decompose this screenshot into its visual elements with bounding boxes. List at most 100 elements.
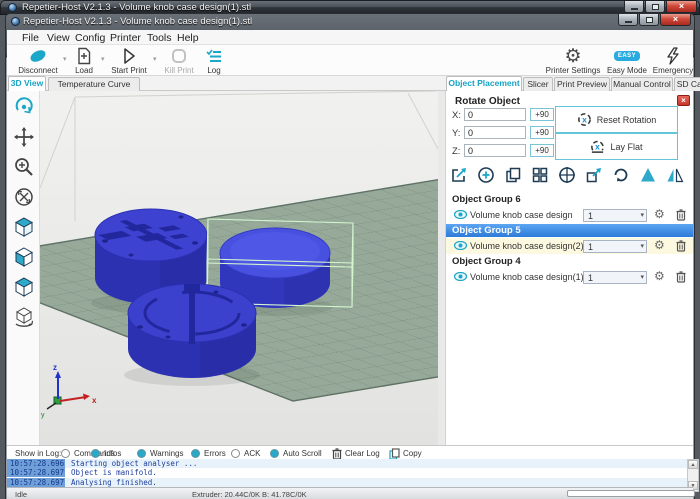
minimize-button[interactable] xyxy=(624,1,644,13)
add-object-icon[interactable] xyxy=(477,166,495,184)
tab-sd-card[interactable]: SD Card xyxy=(674,77,700,91)
clear-log-label[interactable]: Clear Log xyxy=(345,449,380,458)
copy-object-icon[interactable] xyxy=(504,166,522,184)
tab-temperature-curve[interactable]: Temperature Curve xyxy=(48,77,140,91)
filter-errors-toggle[interactable] xyxy=(191,449,200,458)
copies-count-select[interactable]: 1 ▾ xyxy=(583,208,647,222)
show-in-log-label: Show in Log: xyxy=(15,449,62,458)
group-5-title-selected[interactable]: Object Group 5 xyxy=(446,224,693,237)
filter-commands-toggle[interactable] xyxy=(61,449,70,458)
log-button[interactable]: Log xyxy=(201,46,227,75)
iso-view-cube-icon[interactable] xyxy=(12,215,36,239)
disconnect-dropdown-arrow[interactable]: ▾ xyxy=(63,55,67,63)
start-print-dropdown-arrow[interactable]: ▾ xyxy=(153,55,157,63)
filter-warnings-toggle[interactable] xyxy=(137,449,146,458)
visibility-eye-icon[interactable] xyxy=(454,210,467,219)
rotate-z-plus90-button[interactable]: +90 xyxy=(530,144,554,157)
export-object-icon[interactable] xyxy=(450,166,468,184)
axis-y-label: y xyxy=(41,412,45,419)
log-checklist-icon xyxy=(201,46,227,66)
group-6-title[interactable]: Object Group 6 xyxy=(452,194,521,205)
object-tools-row xyxy=(450,166,693,188)
object-settings-gear-icon[interactable]: ⚙ xyxy=(654,238,665,253)
menu-printer[interactable]: Printer xyxy=(110,32,141,44)
group-6-item-row[interactable]: Volume knob case design 1 ▾ ⚙ xyxy=(446,207,693,223)
tab-3d-view[interactable]: 3D View xyxy=(8,76,46,91)
minimize-button[interactable] xyxy=(618,14,638,26)
close-button[interactable]: × xyxy=(660,14,691,26)
tab-manual-control[interactable]: Manual Control xyxy=(611,77,673,91)
scroll-up-icon[interactable]: ▲ xyxy=(688,460,698,469)
visibility-eye-icon[interactable] xyxy=(454,241,467,250)
filter-infos-label[interactable]: Infos xyxy=(104,449,121,458)
maximize-button[interactable] xyxy=(639,14,659,26)
reset-rotation-button[interactable]: x Reset Rotation xyxy=(555,106,678,133)
copy-log-label[interactable]: Copy xyxy=(403,449,422,458)
filter-ack-toggle[interactable] xyxy=(231,449,240,458)
rotate-y-input[interactable] xyxy=(464,126,526,139)
rotate-x-plus90-button[interactable]: +90 xyxy=(530,108,554,121)
rotate-z-label: Z: xyxy=(452,146,461,157)
log-entry: 10:57:28.696 Starting object analyser ... xyxy=(7,459,687,469)
tab-slicer[interactable]: Slicer xyxy=(523,77,553,91)
rotate-object-icon[interactable] xyxy=(612,166,630,184)
printer-settings-button[interactable]: ⚙ Printer Settings xyxy=(543,46,603,76)
rotate-cube-icon[interactable] xyxy=(12,305,36,329)
menu-help[interactable]: Help xyxy=(177,32,199,44)
lay-flat-button[interactable]: x Lay Flat xyxy=(555,133,678,160)
menu-view[interactable]: View xyxy=(47,32,70,44)
front-view-cube-icon[interactable] xyxy=(12,245,36,269)
scale-object-icon[interactable] xyxy=(585,166,603,184)
rotate-view-icon[interactable] xyxy=(12,95,36,119)
delete-object-trash-icon[interactable] xyxy=(676,271,686,283)
log-output[interactable]: 10:57:28.696 Starting object analyser ...… xyxy=(7,459,687,487)
filter-warnings-label[interactable]: Warnings xyxy=(150,449,184,458)
log-entry: 10:57:28.697 Analysing finished. xyxy=(7,477,687,487)
disconnect-plug-icon xyxy=(15,46,61,66)
copies-count-select[interactable]: 1 ▾ xyxy=(583,270,647,284)
top-view-cube-icon[interactable] xyxy=(12,275,36,299)
filter-ack-label[interactable]: ACK xyxy=(244,449,260,458)
disconnect-button[interactable]: Disconnect xyxy=(15,46,61,75)
start-print-button[interactable]: Start Print xyxy=(107,46,151,75)
close-panel-button[interactable]: × xyxy=(677,95,690,106)
load-dropdown-arrow[interactable]: ▾ xyxy=(101,55,105,63)
object-settings-gear-icon[interactable]: ⚙ xyxy=(654,207,665,222)
load-button[interactable]: Load xyxy=(69,46,99,75)
center-object-icon[interactable] xyxy=(558,166,576,184)
easy-mode-button[interactable]: EASY Easy Mode xyxy=(605,46,649,75)
filter-errors-label[interactable]: Errors xyxy=(204,449,226,458)
menu-config[interactable]: Config xyxy=(75,32,105,44)
group-4-item-row[interactable]: Volume knob case design(1) 1 ▾ ⚙ xyxy=(446,269,693,285)
delete-object-trash-icon[interactable] xyxy=(676,209,686,221)
rotate-y-plus90-button[interactable]: +90 xyxy=(530,126,554,139)
filter-autoscroll-toggle[interactable] xyxy=(270,449,279,458)
rotate-z-input[interactable] xyxy=(464,144,526,157)
panel-splitter[interactable] xyxy=(438,91,446,445)
group-4-title[interactable]: Object Group 4 xyxy=(452,256,521,267)
tab-print-preview[interactable]: Print Preview xyxy=(554,77,610,91)
fit-view-icon[interactable] xyxy=(12,185,36,209)
rotate-x-input[interactable] xyxy=(464,108,526,121)
flip-object-icon[interactable] xyxy=(666,166,684,184)
maximize-button[interactable] xyxy=(645,1,665,13)
easy-badge: EASY xyxy=(613,51,641,61)
autoposition-icon[interactable] xyxy=(531,166,549,184)
menu-tools[interactable]: Tools xyxy=(147,32,172,44)
menu-file[interactable]: File xyxy=(22,32,39,44)
object-settings-gear-icon[interactable]: ⚙ xyxy=(654,269,665,284)
visibility-eye-icon[interactable] xyxy=(454,272,467,281)
group-5-item-row[interactable]: Volume knob case design(2) 1 ▾ ⚙ xyxy=(446,238,693,254)
viewport-3d[interactable]: x z y xyxy=(40,91,438,445)
filter-autoscroll-label[interactable]: Auto Scroll xyxy=(283,449,322,458)
close-button[interactable]: × xyxy=(666,1,697,13)
filter-infos-toggle[interactable] xyxy=(91,449,100,458)
delete-object-trash-icon[interactable] xyxy=(676,240,686,252)
tab-object-placement[interactable]: Object Placement xyxy=(446,76,522,91)
copies-count-select[interactable]: 1 ▾ xyxy=(583,239,647,253)
mirror-object-icon[interactable] xyxy=(639,166,657,184)
move-view-icon[interactable] xyxy=(12,125,36,149)
axis-z-label: z xyxy=(53,363,57,372)
object-volume-knob-case-1[interactable] xyxy=(127,283,257,378)
zoom-view-icon[interactable] xyxy=(12,155,36,179)
